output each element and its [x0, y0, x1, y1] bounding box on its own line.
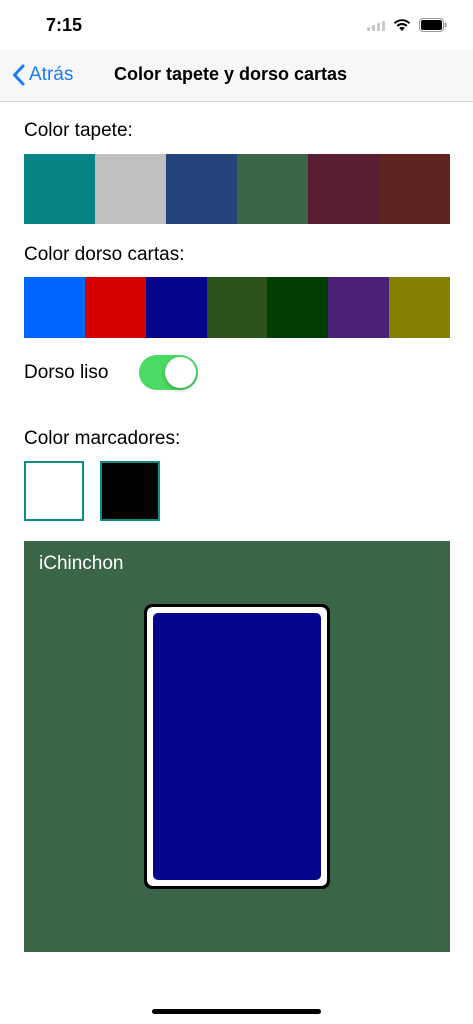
- plain-back-toggle[interactable]: [139, 355, 198, 390]
- marker-color-white[interactable]: [24, 461, 84, 521]
- card-back-color-swatch-3[interactable]: [145, 277, 207, 338]
- page-title: Color tapete y dorso cartas: [114, 64, 348, 84]
- table-color-swatch-1[interactable]: [24, 154, 95, 224]
- status-time: 7:15: [46, 15, 83, 35]
- table-color-swatch-3[interactable]: [166, 154, 237, 224]
- signal-icon: [367, 19, 385, 31]
- card-back-color-label: Color dorso cartas:: [24, 244, 185, 265]
- table-color-swatch-2[interactable]: [95, 154, 166, 224]
- table-color-swatch-6[interactable]: [379, 154, 450, 224]
- card-back-color-swatch-1[interactable]: [24, 277, 85, 338]
- status-bar: 7:15: [0, 0, 473, 50]
- card-preview: [144, 604, 330, 889]
- card-back-color-swatch-2[interactable]: [84, 277, 146, 338]
- card-back: [153, 613, 321, 880]
- toggle-knob: [165, 357, 196, 388]
- table-color-label: Color tapete:: [24, 120, 133, 141]
- card-back-color-swatch-7[interactable]: [389, 277, 451, 338]
- plain-back-label: Dorso liso: [24, 362, 109, 383]
- card-back-color-swatch-4[interactable]: [206, 277, 268, 338]
- marker-color-black[interactable]: [100, 461, 160, 521]
- status-icons: [367, 16, 447, 34]
- battery-icon: [419, 18, 447, 32]
- card-back-color-swatch-6[interactable]: [328, 277, 390, 338]
- table-preview: iChinchon: [24, 541, 450, 952]
- card-border: [147, 607, 327, 886]
- navigation-bar: Atrás Color tapete y dorso cartas: [0, 50, 473, 102]
- card-back-color-swatches: [24, 277, 451, 338]
- card-back-color-swatch-5[interactable]: [267, 277, 329, 338]
- back-button[interactable]: Atrás: [12, 63, 73, 87]
- back-button-label: Atrás: [29, 64, 74, 85]
- table-color-swatches: [24, 154, 450, 224]
- table-color-swatch-4[interactable]: [237, 154, 308, 224]
- chevron-left-icon: [13, 64, 25, 86]
- preview-app-label: iChinchon: [39, 553, 124, 574]
- table-color-swatch-5[interactable]: [308, 154, 379, 224]
- markers-color-label: Color marcadores:: [24, 428, 181, 449]
- home-indicator: [152, 1009, 321, 1014]
- wifi-icon: [393, 19, 411, 31]
